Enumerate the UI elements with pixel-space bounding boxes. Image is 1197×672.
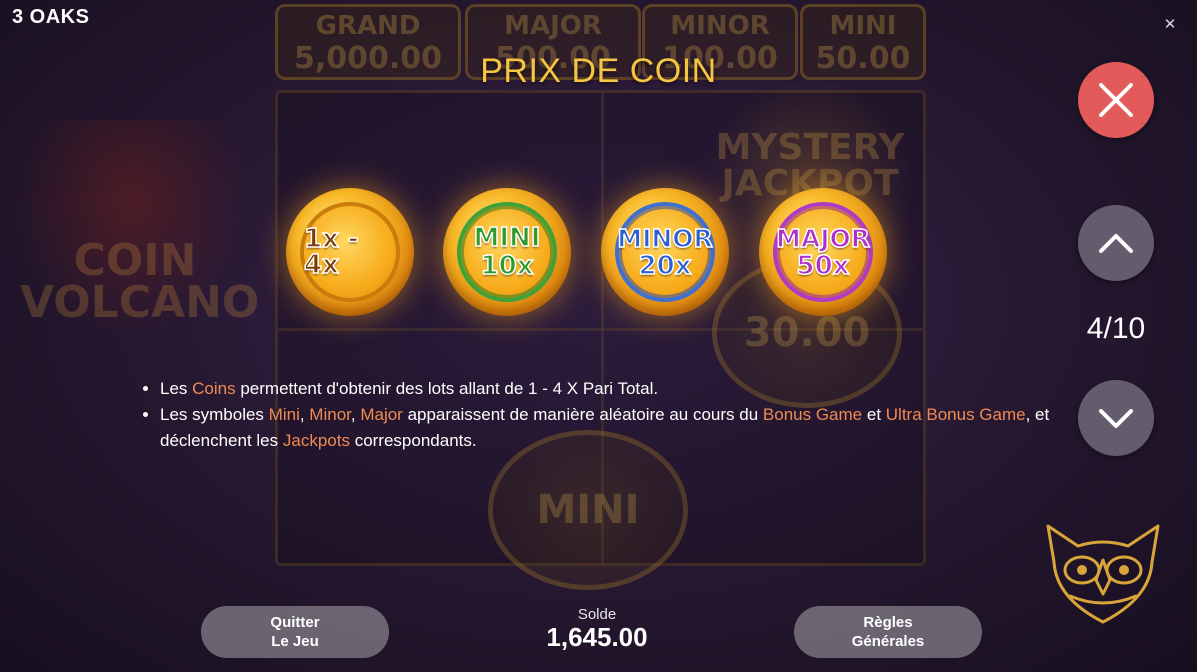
rules-description: Les Coins permettent d'obtenir des lots … bbox=[140, 376, 1060, 454]
chevron-down-icon bbox=[1099, 409, 1133, 428]
window-close-icon[interactable]: ✕ bbox=[1161, 16, 1179, 34]
bg-jackpot-label: GRAND bbox=[315, 11, 421, 41]
total-pages: 10 bbox=[1111, 312, 1146, 345]
quit-game-button[interactable]: Quitter Le Jeu bbox=[201, 606, 389, 658]
highlight-major: Major bbox=[360, 405, 403, 424]
current-page: 4 bbox=[1086, 312, 1104, 345]
text: Les bbox=[160, 379, 193, 398]
highlight-jackpots: Jackpots bbox=[282, 431, 350, 450]
next-page-button[interactable] bbox=[1078, 380, 1154, 456]
text: apparaissent de manière aléatoire au cou… bbox=[402, 405, 763, 424]
coin-label: MINOR bbox=[616, 223, 713, 253]
text: , bbox=[350, 405, 361, 424]
close-button[interactable] bbox=[1078, 62, 1154, 138]
rules-label-line2: Générales bbox=[851, 633, 925, 650]
page-indicator: 4/10 bbox=[1086, 312, 1146, 345]
bg-jackpot-label: MINOR bbox=[670, 11, 770, 41]
highlight-coins: Coins bbox=[192, 379, 236, 398]
coin-face: MINI 10x bbox=[457, 202, 557, 302]
highlight-mini: Mini bbox=[268, 405, 300, 424]
coin-standard: 1x - 4x bbox=[286, 188, 414, 316]
coin-label: MINI bbox=[473, 223, 541, 253]
balance-label: Solde bbox=[577, 606, 617, 623]
highlight-minor: Minor bbox=[309, 405, 351, 424]
owl-logo-icon bbox=[1046, 524, 1160, 624]
quit-label-line2: Le Jeu bbox=[271, 633, 319, 650]
coin-multiplier: 50x bbox=[796, 250, 850, 281]
coin-label: 1x - 4x bbox=[303, 224, 359, 280]
coin-multiplier: 20x bbox=[638, 250, 692, 281]
close-icon bbox=[1099, 83, 1133, 117]
text: permettent d'obtenir des lots allant de … bbox=[235, 379, 659, 398]
quit-label-line1: Quitter bbox=[270, 614, 320, 631]
bg-jackpot-label: MINI bbox=[829, 11, 897, 41]
coin-face: MINOR 20x bbox=[615, 202, 715, 302]
rule-bullet-coins: Les Coins permettent d'obtenir des lots … bbox=[160, 376, 1060, 402]
highlight-ultra-bonus-game: Ultra Bonus Game bbox=[885, 405, 1026, 424]
game-logo: COIN VOLCANO bbox=[20, 235, 260, 328]
previous-page-button[interactable] bbox=[1078, 205, 1154, 281]
text: et bbox=[862, 405, 886, 424]
general-rules-button[interactable]: Règles Générales bbox=[794, 606, 982, 658]
coin-face: MAJOR 50x bbox=[773, 202, 873, 302]
coin-mini: MINI 10x bbox=[443, 188, 571, 316]
balance-value: 1,645.00 bbox=[546, 622, 648, 652]
bg-mini-coin: MINI bbox=[488, 430, 688, 590]
brand-name: 3 OAKS bbox=[12, 6, 90, 28]
bg-jackpot-label: MAJOR bbox=[504, 11, 602, 41]
highlight-bonus-game: Bonus Game bbox=[762, 405, 863, 424]
rules-label-line1: Règles bbox=[863, 614, 913, 631]
rule-bullet-jackpots: Les symboles Mini, Minor, Major apparais… bbox=[160, 402, 1060, 454]
coin-face: 1x - 4x bbox=[300, 202, 400, 302]
text: Les symboles bbox=[160, 405, 269, 424]
text: , bbox=[299, 405, 310, 424]
coin-major: MAJOR 50x bbox=[759, 188, 887, 316]
page-title: PRIX DE COIN bbox=[480, 52, 717, 90]
chevron-up-icon bbox=[1099, 234, 1133, 253]
coin-label: MAJOR bbox=[775, 223, 871, 253]
coin-minor: MINOR 20x bbox=[601, 188, 729, 316]
text: correspondants. bbox=[349, 431, 477, 450]
coin-multiplier: 10x bbox=[480, 251, 534, 281]
